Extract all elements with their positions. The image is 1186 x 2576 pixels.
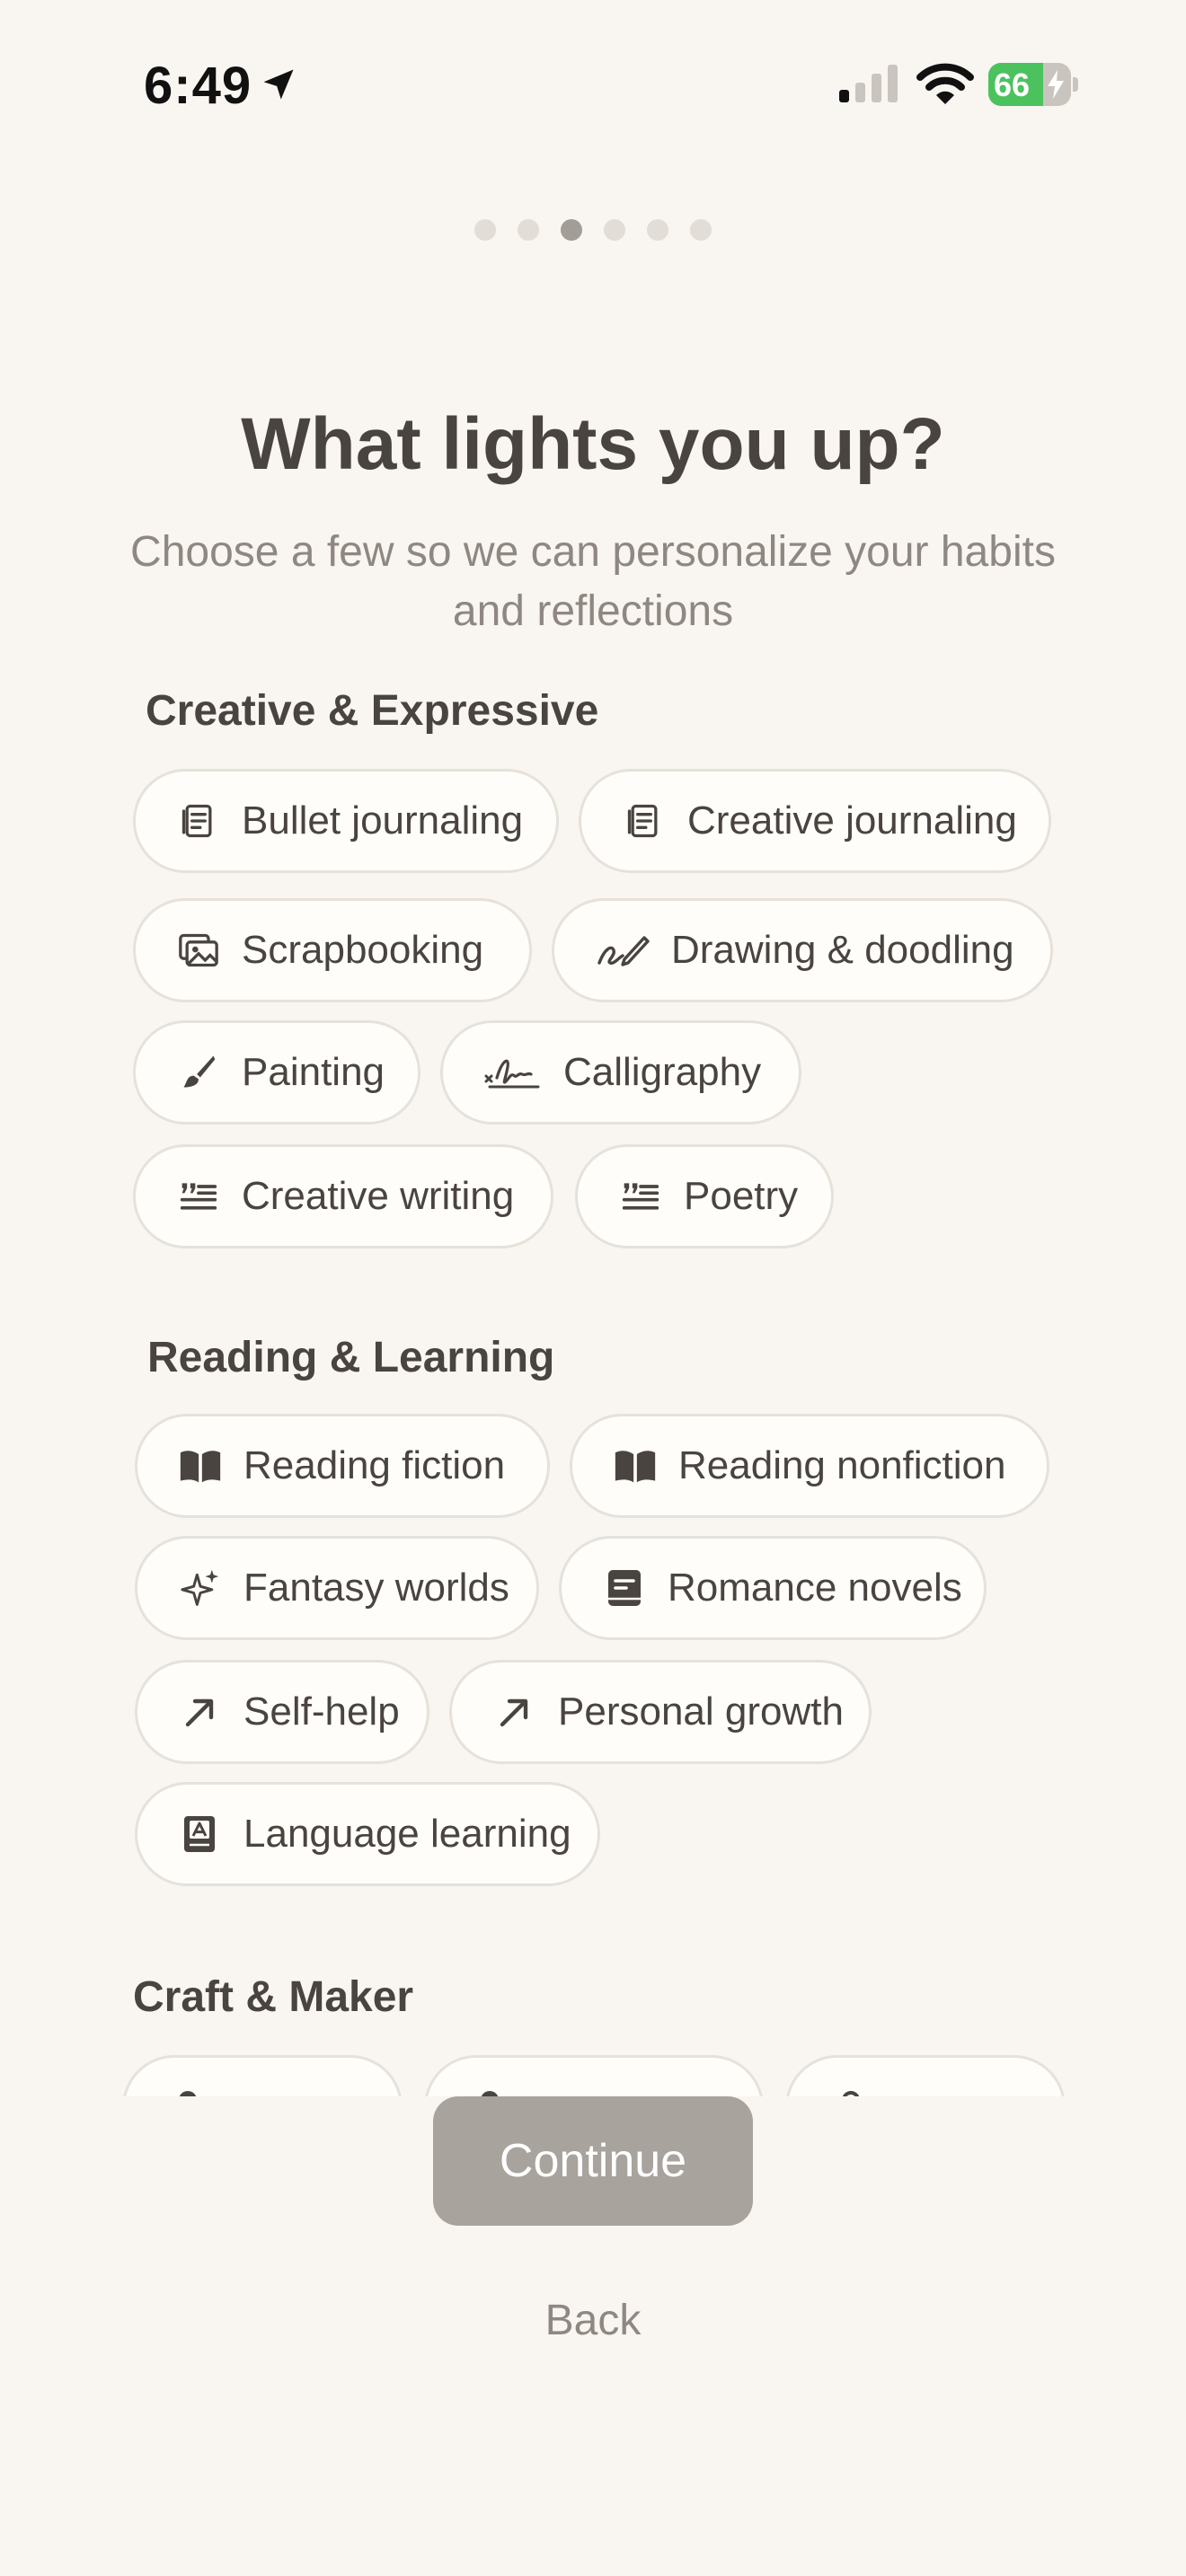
chip-craft-3[interactable] <box>785 2055 1066 2096</box>
chip-reading-nonfiction[interactable]: Reading nonfiction <box>570 1414 1049 1518</box>
chip-language-learning[interactable]: Language learning <box>135 1782 600 1886</box>
chip-poetry[interactable]: Poetry <box>575 1144 834 1248</box>
book-cover-icon <box>603 1566 646 1610</box>
chip-bullet-journaling[interactable]: Bullet journaling <box>133 769 559 873</box>
craft-icon <box>829 2086 872 2096</box>
charging-bolt-icon <box>1048 70 1064 99</box>
page-dot <box>561 219 582 241</box>
battery-indicator: 66 <box>988 63 1078 106</box>
open-book-icon <box>614 1444 657 1487</box>
photos-icon <box>177 929 220 972</box>
page-indicator <box>0 219 1186 241</box>
chip-romance-novels[interactable]: Romance novels <box>559 1536 987 1640</box>
chip-label: Fantasy worlds <box>243 1566 509 1610</box>
chip-label: Creative journaling <box>687 798 1017 842</box>
chip-label: Language learning <box>243 1812 571 1856</box>
chip-label: Creative writing <box>242 1174 515 1218</box>
open-book-icon <box>179 1444 222 1487</box>
chip-label: Painting <box>242 1050 385 1094</box>
chip-reading-fiction[interactable]: Reading fiction <box>135 1414 550 1518</box>
chip-craft-2[interactable] <box>424 2055 764 2096</box>
page-dot <box>518 219 539 241</box>
chip-label: Reading nonfiction <box>678 1443 1006 1487</box>
chip-calligraphy[interactable]: Calligraphy <box>440 1020 801 1125</box>
journal-icon <box>623 799 666 842</box>
arrow-up-right-icon <box>493 1690 536 1734</box>
location-arrow-icon <box>263 69 294 100</box>
chip-label: Personal growth <box>558 1689 844 1734</box>
page-dot <box>474 219 496 241</box>
chip-label: Scrapbooking <box>242 928 484 972</box>
battery-body: 66 <box>988 63 1071 106</box>
chip-label: Romance novels <box>668 1566 962 1610</box>
battery-level: 66 <box>994 66 1031 103</box>
quote-text-icon <box>177 1175 220 1218</box>
chip-label: Drawing & doodling <box>671 928 1014 972</box>
page-subtitle: Choose a few so we can personalize your … <box>130 528 1056 635</box>
chip-scrapbooking[interactable]: Scrapbooking <box>133 898 532 1002</box>
page-title: What lights you up? <box>241 403 945 485</box>
chip-self-help[interactable]: Self-help <box>135 1660 429 1764</box>
page-dot <box>690 219 712 241</box>
journal-icon <box>177 799 220 842</box>
chip-label: Reading fiction <box>243 1443 506 1487</box>
chip-label: Self-help <box>243 1689 400 1734</box>
chip-label: Poetry <box>684 1174 799 1218</box>
chip-painting[interactable]: Painting <box>133 1020 420 1125</box>
battery-cap <box>1073 77 1078 92</box>
chip-label: Bullet journaling <box>242 798 524 842</box>
arrow-up-right-icon <box>179 1690 222 1734</box>
signature-icon <box>484 1051 542 1094</box>
back-button[interactable]: Back <box>0 2296 1186 2345</box>
page-dot <box>604 219 625 241</box>
craft-icon <box>166 2086 209 2096</box>
section-title-creative: Creative & Expressive <box>146 687 599 735</box>
cellular-signal-icon <box>839 65 898 102</box>
chip-fantasy-worlds[interactable]: Fantasy worlds <box>135 1536 539 1640</box>
status-bar: 6:49 66 <box>0 0 1186 171</box>
quote-text-icon <box>619 1175 662 1218</box>
chip-label: Calligraphy <box>563 1050 762 1094</box>
dictionary-icon <box>179 1813 222 1856</box>
chip-creative-journaling[interactable]: Creative journaling <box>579 769 1051 873</box>
pencil-scribble-icon <box>596 929 650 972</box>
chip-craft-1[interactable] <box>122 2055 403 2096</box>
paintbrush-icon <box>177 1051 220 1094</box>
chip-drawing-doodling[interactable]: Drawing & doodling <box>552 898 1053 1002</box>
page-dot <box>647 219 668 241</box>
continue-button[interactable]: Continue <box>433 2096 753 2226</box>
status-time: 6:49 <box>144 57 252 115</box>
craft-icon <box>468 2086 511 2096</box>
chip-personal-growth[interactable]: Personal growth <box>449 1660 872 1764</box>
interests-scroll-area[interactable]: Creative & Expressive Bullet journaling … <box>0 665 1186 2096</box>
section-title-craft: Craft & Maker <box>133 1973 414 2021</box>
onboarding-screen: 6:49 66 What lights you up? Choose a few… <box>0 0 1186 2576</box>
chip-creative-writing[interactable]: Creative writing <box>133 1144 553 1248</box>
section-title-reading: Reading & Learning <box>147 1334 555 1381</box>
sparkles-icon <box>179 1566 222 1610</box>
wifi-icon <box>916 63 974 104</box>
